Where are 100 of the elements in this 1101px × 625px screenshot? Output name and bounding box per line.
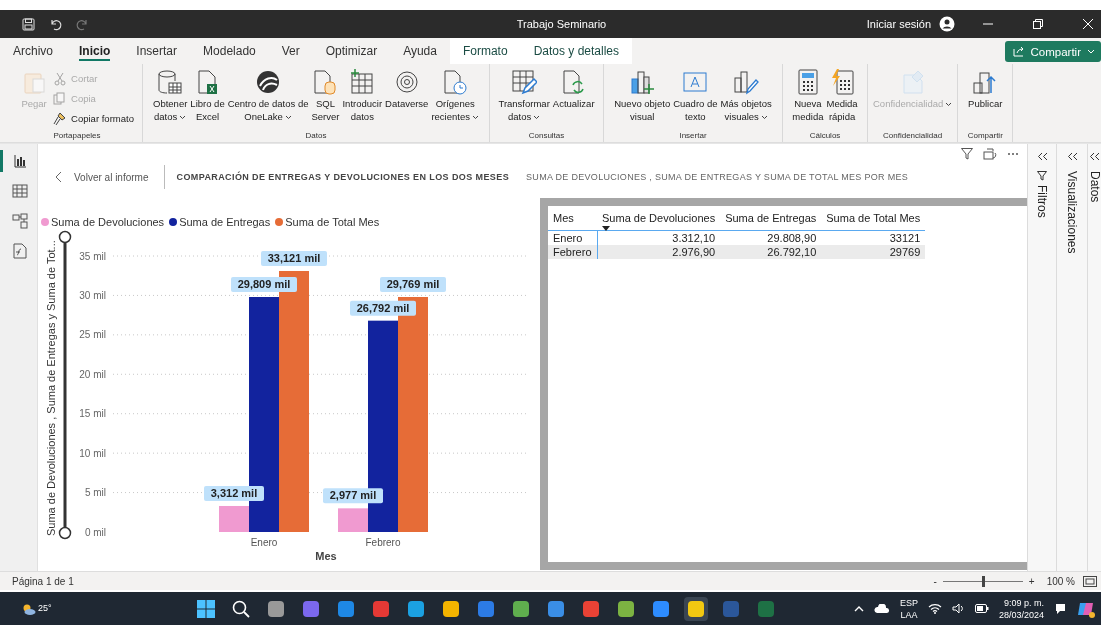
ribbon-tab[interactable]: Modelado	[190, 38, 269, 64]
category-label: Febrero	[365, 537, 401, 548]
table-view-icon	[12, 183, 28, 199]
weather-icon[interactable]	[22, 602, 36, 615]
legend-label[interactable]: Suma de Total Mes	[285, 216, 380, 228]
ribbon-button[interactable]: Medida rápida	[825, 69, 859, 123]
column-header[interactable]: Suma de Entregas	[720, 210, 822, 231]
legend-label[interactable]: Suma de Entregas	[179, 216, 271, 228]
axis-tick-label: 25 mil	[79, 329, 106, 341]
collapse-icon[interactable]	[1036, 152, 1048, 161]
ribbon-button[interactable]: SQL Server	[310, 69, 341, 123]
more-options-icon[interactable]	[1007, 152, 1019, 156]
ribbon-button[interactable]: Copiar formato	[53, 109, 134, 128]
brush-icon	[53, 111, 68, 126]
column-header[interactable]: Mes	[548, 210, 598, 231]
chevron-down-icon	[945, 102, 953, 107]
axis-tick-label: 35 mil	[79, 250, 106, 262]
redo-icon[interactable]	[76, 17, 89, 31]
data-label: 33,121 mil	[261, 251, 327, 266]
ribbon-tab[interactable]: Insertar	[123, 38, 191, 64]
speaker-icon[interactable]	[951, 603, 965, 614]
pane-tab[interactable]: Visualizaciones	[1065, 171, 1079, 254]
clock-file-icon	[442, 69, 469, 95]
sign-in-link[interactable]: Iniciar sesión	[866, 18, 931, 30]
ribbon-button[interactable]: Publicar	[967, 69, 1004, 110]
axis-tick-label: 10 mil	[79, 447, 106, 459]
zoom-reading: 100 %	[1046, 575, 1075, 587]
filter-icon[interactable]	[961, 148, 973, 160]
ribbon-tab[interactable]: Formato	[449, 38, 521, 64]
report-view-icon	[12, 153, 28, 169]
clock[interactable]: 9:09 p. m. 28/03/2024	[998, 596, 1044, 621]
ribbon-tab[interactable]: Ver	[268, 38, 313, 64]
battery-icon[interactable]	[974, 604, 989, 613]
legend-label[interactable]: Suma de Devoluciones	[51, 216, 165, 228]
axis-tick-label: 15 mil	[79, 408, 106, 420]
share-icon	[1012, 46, 1025, 57]
ribbon-button[interactable]: Introducir datos	[341, 69, 384, 123]
axis-title: Suma de Devoluciones , Suma de Entregas y Suma de Tot...	[45, 240, 57, 536]
ribbon-button[interactable]: Orígenes recientes	[430, 69, 480, 123]
window-title: Trabajo Seminario	[516, 18, 607, 30]
ribbon-button[interactable]: Obtener datos	[152, 69, 189, 123]
ribbon-button[interactable]: Nueva medida	[791, 69, 825, 123]
notification-icon[interactable]	[1054, 602, 1067, 615]
zoom-in-button[interactable]: +	[1028, 575, 1035, 587]
chevron-down-icon	[284, 115, 292, 120]
table-cell: 29.808,90	[720, 230, 822, 245]
ribbon-tab[interactable]: Archivo	[0, 38, 66, 64]
ribbon-tab[interactable]: Ayuda	[390, 38, 450, 64]
pane-tab[interactable]: Filtros	[1035, 171, 1049, 218]
zoom-slider[interactable]	[58, 230, 72, 540]
ribbon-button[interactable]: Más objetos visuales	[719, 69, 773, 123]
ribbon-button[interactable]: Libro de Excel	[189, 69, 226, 123]
zoom-out-button[interactable]: -	[933, 575, 937, 587]
copy-icon	[53, 91, 68, 106]
back-link[interactable]: Volver al informe	[55, 171, 149, 183]
chevron-left-icon	[55, 171, 62, 183]
ribbon-button[interactable]: Centro de datos de OneLake	[226, 69, 310, 123]
ribbon-button[interactable]: Nuevo objeto visual	[613, 69, 672, 123]
focus-mode-icon[interactable]	[983, 148, 997, 160]
data-label: 26,792 mil	[350, 300, 416, 316]
pane-tab[interactable]: Datos	[1087, 171, 1101, 203]
ribbon-group-label: Confidencialidad	[882, 130, 944, 142]
restore-icon[interactable]	[1033, 19, 1043, 29]
model-view-icon	[12, 213, 28, 229]
collapse-icon[interactable]	[1066, 152, 1078, 161]
axis-title: Mes	[315, 550, 337, 562]
table-cell: 26.792,10	[720, 245, 822, 259]
scissors-icon	[53, 71, 68, 86]
undo-icon[interactable]	[49, 17, 62, 31]
wifi-icon[interactable]	[927, 603, 942, 614]
cloud-icon[interactable]	[873, 603, 890, 614]
avatar-icon[interactable]	[939, 16, 955, 32]
chevron-down-icon	[179, 115, 187, 120]
chevron-up-icon[interactable]	[853, 605, 864, 612]
column-header[interactable]: Suma de Devoluciones	[597, 210, 721, 231]
visual-title: COMPARACIÓN DE ENTREGAS Y DEVOLUCIONES EN LOS DOS MESES	[176, 172, 510, 182]
ribbon-button[interactable]: Dataverse	[384, 69, 430, 110]
axis-tick-label: 30 mil	[79, 289, 106, 301]
ribbon-tab[interactable]: Inicio	[66, 38, 124, 64]
share-button[interactable]: Compartir	[1004, 41, 1101, 62]
fit-page-icon[interactable]	[1083, 575, 1097, 587]
collapse-icon[interactable]	[1089, 152, 1100, 161]
data-label: 3,312 mil	[204, 486, 264, 501]
visual-subtitle: SUMA DE DEVOLUCIONES , SUMA DE ENTREGAS Y SUMA DE TOTAL MES POR MES	[526, 172, 909, 182]
axis-tick-label: 0 mil	[84, 526, 106, 538]
save-icon[interactable]	[22, 17, 35, 31]
slider-thumb[interactable]	[981, 575, 985, 587]
ribbon-button[interactable]: Transformar datos	[497, 69, 551, 123]
ribbon-button[interactable]: Actualizar	[551, 69, 596, 110]
ribbon-tab[interactable]: Datos y detalles	[520, 38, 632, 64]
swirl-icon	[255, 69, 282, 95]
ribbon-button[interactable]: Cuadro de texto	[672, 69, 719, 123]
sort-down-icon	[602, 226, 611, 231]
ribbon-tab[interactable]: Optimizar	[312, 38, 391, 64]
table-cell: 29769	[821, 245, 926, 259]
close-icon[interactable]	[1083, 19, 1093, 29]
language-indicator[interactable]: ESP LAA	[899, 596, 918, 621]
column-header[interactable]: Suma de Total Mes	[821, 210, 926, 231]
data-label: 2,977 mil	[323, 488, 383, 504]
ribbon-group-label: Insertar	[678, 130, 708, 142]
